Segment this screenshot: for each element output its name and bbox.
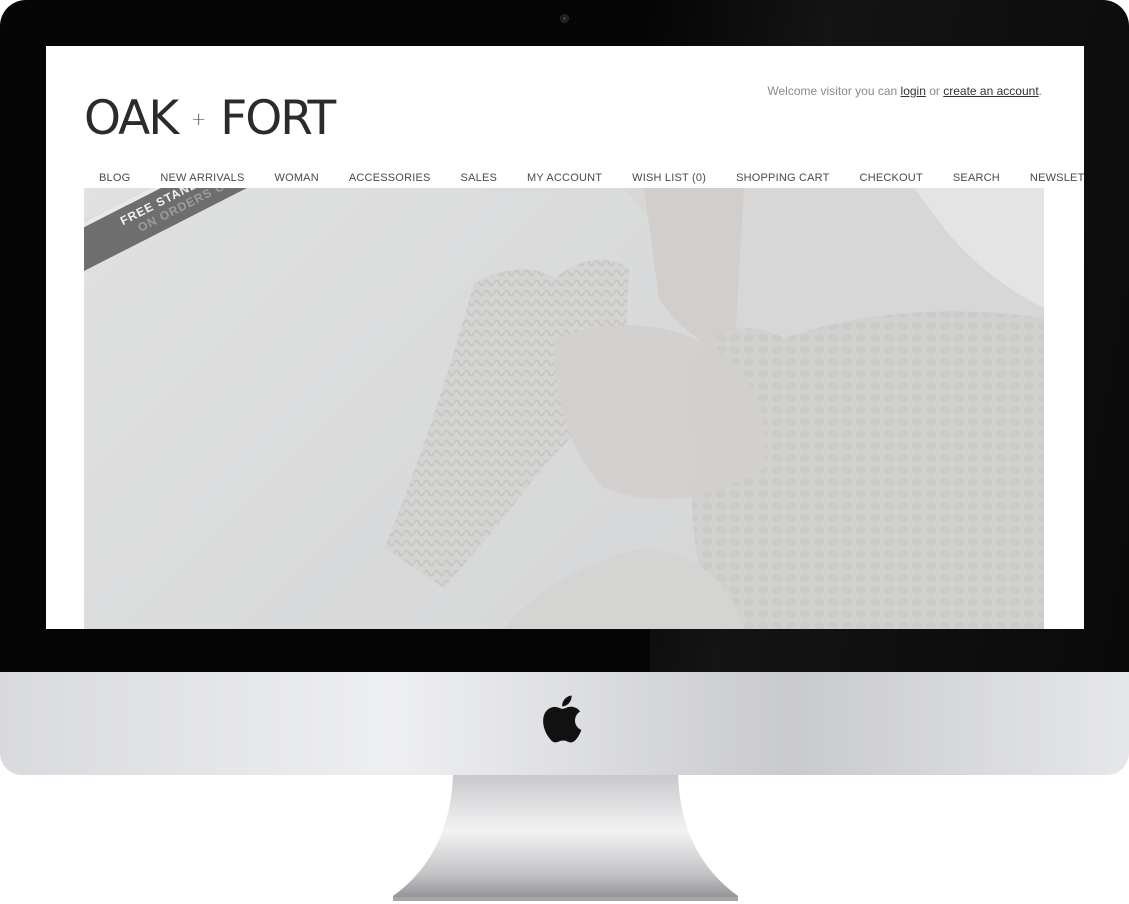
welcome-or: or — [925, 84, 944, 98]
logo-oak: OAK — [84, 91, 179, 146]
monitor-bezel: Welcome visitor you can login or create … — [0, 0, 1129, 672]
monitor-stand — [393, 775, 738, 901]
nav-item-shopping-cart[interactable]: SHOPPING CART — [721, 168, 844, 188]
nav-item-my-account[interactable]: MY ACCOUNT — [512, 168, 617, 188]
nav-item-newsletter[interactable]: NEWSLETTER — [1015, 168, 1084, 188]
create-account-link[interactable]: create an account — [943, 84, 1038, 98]
nav-item-woman[interactable]: WOMAN — [259, 168, 333, 188]
nav-item-new-arrivals[interactable]: NEW ARRIVALS — [145, 168, 259, 188]
nav-item-accessories[interactable]: ACCESSORIES — [334, 168, 446, 188]
welcome-message: Welcome visitor you can login or create … — [767, 84, 1042, 98]
hero-image[interactable]: FREE STANDARD SHIPPING ON ORDERS OVER $1… — [84, 188, 1044, 629]
nav-item-wish-list[interactable]: WISH LIST (0) — [617, 168, 721, 188]
apple-logo-icon — [543, 695, 582, 743]
nav-item-blog[interactable]: BLOG — [84, 168, 145, 188]
imac-monitor: Welcome visitor you can login or create … — [0, 0, 1129, 775]
screen: Welcome visitor you can login or create … — [46, 46, 1084, 629]
camera-icon — [560, 14, 569, 23]
logo-fort: FORT — [220, 91, 336, 146]
login-link[interactable]: login — [901, 84, 926, 98]
welcome-suffix: . — [1038, 84, 1042, 98]
main-nav: BLOG NEW ARRIVALS WOMAN ACCESSORIES SALE… — [84, 168, 1084, 188]
nav-item-sales[interactable]: SALES — [446, 168, 512, 188]
nav-item-checkout[interactable]: CHECKOUT — [845, 168, 938, 188]
site-logo[interactable]: OAK + FORT — [84, 91, 336, 146]
welcome-prefix: Welcome visitor you can — [767, 84, 901, 98]
hero-photo-illustration — [84, 188, 1044, 629]
logo-plus: + — [191, 108, 207, 130]
nav-item-search[interactable]: SEARCH — [938, 168, 1015, 188]
